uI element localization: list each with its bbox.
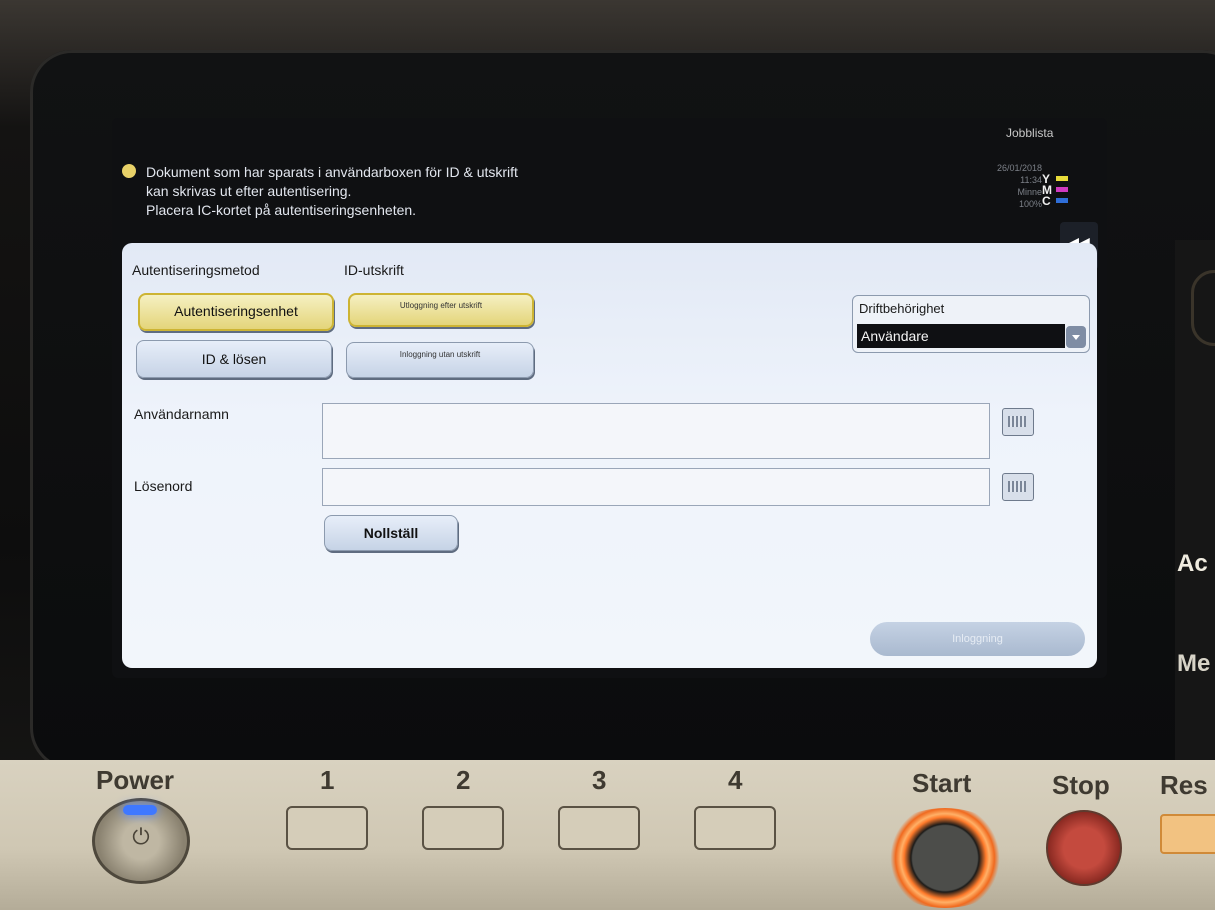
password-label: Lösenord	[134, 478, 193, 494]
key-2-label: 2	[456, 765, 471, 795]
logout-after-print-button[interactable]: Utloggning efter utskrift	[348, 293, 534, 327]
hardware-key-4[interactable]	[694, 806, 776, 850]
power-label: Power	[96, 765, 175, 795]
power-button[interactable]: ⏻	[92, 798, 190, 884]
ink-bar-y	[1056, 176, 1068, 181]
status-area: 26/01/2018 11:34 Minne 100% Y M C	[970, 162, 1070, 232]
power-led	[123, 805, 157, 815]
auth-method-label: Autentiseringsmetod	[132, 262, 260, 278]
key-3-label: 3	[592, 765, 607, 795]
stop-label: Stop	[1052, 770, 1110, 800]
key-4-label: 4	[728, 765, 743, 795]
username-label: Användarnamn	[134, 406, 229, 422]
auth-device-button[interactable]: Autentiseringsenhet	[138, 293, 334, 331]
operation-rights-value: Användare	[857, 324, 1065, 348]
authentication-panel: Autentiseringsmetod ID-utskrift Autentis…	[122, 243, 1097, 668]
reset-label: Res	[1160, 770, 1208, 800]
side-text-2: Me	[1177, 650, 1211, 677]
message-line-3: Placera IC-kortet på autentiseringsenhet…	[146, 202, 417, 218]
chevron-down-icon[interactable]	[1066, 326, 1086, 348]
lightbulb-icon	[122, 164, 136, 178]
power-icon: ⏻	[132, 824, 150, 849]
key-1-label: 1	[320, 765, 335, 795]
ink-bar-c	[1056, 198, 1068, 203]
operation-rights-label: Driftbehörighet	[859, 301, 945, 316]
message-line-2: kan skrivas ut efter autentisering.	[146, 183, 352, 199]
date-text: 26/01/2018	[996, 163, 1042, 173]
status-datetime: 26/01/2018 11:34 Minne 100%	[970, 162, 1042, 210]
keyboard-icon[interactable]	[1002, 473, 1034, 501]
login-without-print-button[interactable]: Inloggning utan utskrift	[346, 342, 534, 378]
message-line-1: Dokument som har sparats i användarboxen…	[146, 164, 518, 180]
ink-bar-m	[1056, 187, 1068, 192]
ink-label-c: C	[1042, 194, 1051, 208]
side-knob	[1191, 270, 1215, 346]
info-message: Dokument som har sparats i användarboxen…	[122, 163, 518, 220]
reset-button[interactable]: Nollställ	[324, 515, 458, 551]
keyboard-icon[interactable]	[1002, 408, 1034, 436]
username-field[interactable]	[322, 403, 990, 459]
login-button[interactable]: Inloggning	[870, 622, 1085, 656]
device-side-panel: Ac Me	[1175, 240, 1215, 760]
job-list-tab[interactable]: Jobblista	[1006, 126, 1053, 140]
start-button[interactable]	[876, 808, 1014, 908]
memory-value: 100%	[1018, 199, 1042, 209]
memory-label: Minne	[1017, 187, 1042, 197]
reset-button-hardware[interactable]	[1160, 814, 1215, 854]
hardware-key-1[interactable]	[286, 806, 368, 850]
operation-rights-dropdown[interactable]: Driftbehörighet Användare	[852, 295, 1090, 353]
hardware-key-3[interactable]	[558, 806, 640, 850]
start-label: Start	[912, 768, 972, 798]
hardware-key-2[interactable]	[422, 806, 504, 850]
side-text-1: Ac	[1177, 550, 1208, 577]
stop-button[interactable]	[1046, 810, 1122, 886]
id-password-button[interactable]: ID & lösen	[136, 340, 332, 378]
password-field[interactable]	[322, 468, 990, 506]
time-text: 11:34	[1020, 175, 1042, 185]
id-print-label: ID-utskrift	[344, 262, 404, 278]
